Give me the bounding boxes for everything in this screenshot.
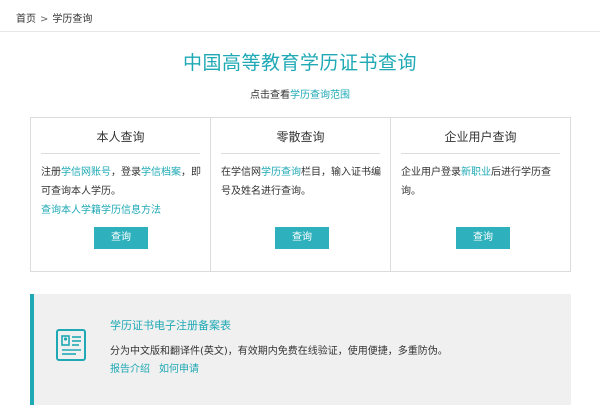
page-title: 中国高等教育学历证书查询 [182,52,417,74]
card-title: 本人查询 [41,128,200,154]
banner-title: 学历证书电子注册备案表 [110,319,231,332]
how-to-apply-link[interactable]: 如何申请 [159,364,199,375]
banner-links: 报告介绍 如何申请 [110,360,208,375]
query-scope-link[interactable]: 学历查询范围 [290,90,350,101]
xuexin-archive-link[interactable]: 学信档案 [141,167,181,178]
card-description: 注册学信网账号，登录学信档案，即可查询本人学历。 查询本人学籍学历信息方法 [41,163,202,220]
card-text: 在学信网 [221,167,261,178]
page-subtitle: 点击查看学历查询范围 [0,86,600,101]
xuexin-account-link[interactable]: 学信网账号 [61,167,111,178]
breadcrumb-current: 学历查询 [52,14,93,25]
card-enterprise-query: 企业用户查询 企业用户登录新职业后进行学历查询。 查询 [391,118,570,271]
card-text: ，登录 [111,167,141,178]
single-query-button[interactable]: 查询 [275,227,329,249]
degree-query-link[interactable]: 学历查询 [261,167,301,178]
certificate-banner: 学历证书电子注册备案表 分为中文版和翻译件(英文)，有效期内免费在线验证，使用便… [30,294,571,405]
card-description: 在学信网学历查询栏目，输入证书编号及姓名进行查询。 [221,163,382,201]
card-text: 企业用户登录 [401,167,461,178]
card-title: 企业用户查询 [401,128,560,154]
card-single-query: 零散查询 在学信网学历查询栏目，输入证书编号及姓名进行查询。 查询 [211,118,391,271]
new-career-link[interactable]: 新职业 [461,167,491,178]
enterprise-query-button[interactable]: 查询 [456,227,510,249]
card-description: 企业用户登录新职业后进行学历查询。 [401,163,562,201]
query-cards: 本人查询 注册学信网账号，登录学信档案，即可查询本人学历。 查询本人学籍学历信息… [30,117,571,272]
top-bar: 首页 > 学历查询 [0,0,600,32]
certificate-icon [56,329,86,361]
breadcrumb-home-link[interactable]: 首页 [16,14,36,25]
card-title: 零散查询 [221,128,380,154]
breadcrumb: 首页 > 学历查询 [16,10,92,25]
breadcrumb-separator: > [40,14,49,25]
banner-description: 分为中文版和翻译件(英文)，有效期内免费在线验证，使用便捷，多重防伪。 [110,346,448,357]
card-text: 注册 [41,167,61,178]
subtitle-prefix: 点击查看 [250,90,290,101]
report-intro-link[interactable]: 报告介绍 [110,364,150,375]
self-query-method-link[interactable]: 查询本人学籍学历信息方法 [41,201,202,220]
self-query-button[interactable]: 查询 [94,227,148,249]
card-self-query: 本人查询 注册学信网账号，登录学信档案，即可查询本人学历。 查询本人学籍学历信息… [31,118,211,271]
